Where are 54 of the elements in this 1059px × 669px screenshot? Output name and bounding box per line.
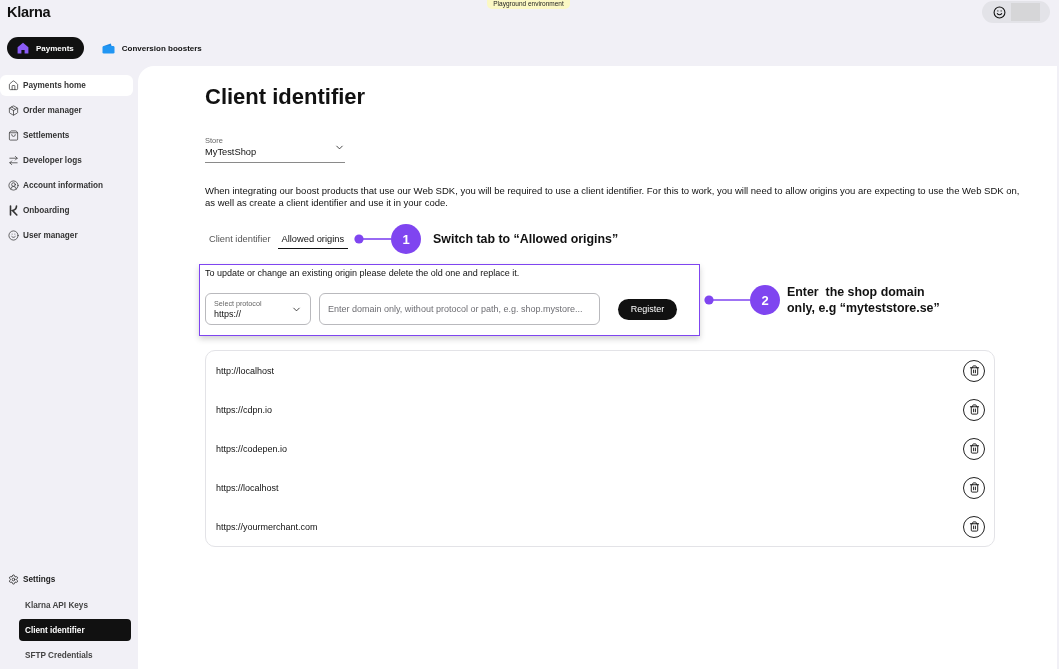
account-button[interactable] (982, 1, 1050, 23)
settings-item[interactable]: Settings (0, 569, 133, 590)
origin-url: https://cdpn.io (216, 404, 273, 415)
trash-icon (968, 443, 980, 454)
home-icon (8, 80, 19, 91)
delete-button[interactable] (963, 398, 985, 421)
product-tab[interactable]: Payments (7, 37, 84, 59)
step-number: 2 (750, 285, 780, 315)
delete-button[interactable] (963, 515, 985, 538)
sidebar-item[interactable]: Account information (0, 175, 133, 196)
sidebar-item[interactable]: Order manager (0, 100, 133, 121)
register-button[interactable]: Register (618, 298, 677, 320)
trash-icon (968, 404, 980, 415)
wallet-icon (101, 42, 115, 54)
origin-url: http://localhost (216, 365, 275, 376)
callout-text: Enter the shop domain only, e.g “myteststore.se” (787, 284, 941, 316)
callout-text: Switch tab to “Allowed origins” (433, 231, 619, 247)
sidebar-item[interactable]: Settlements (0, 125, 133, 146)
delete-button[interactable] (963, 476, 985, 499)
sidebar-item[interactable]: Payments home (0, 75, 133, 96)
settings-icon (8, 574, 19, 585)
origin-url: https://codepen.io (216, 443, 288, 454)
package-icon (8, 105, 19, 116)
sidebar-subitem[interactable]: Client identifier (19, 619, 131, 641)
origin-url: https://localhost (216, 482, 279, 493)
trash-icon (968, 521, 980, 532)
description-text: When integrating our boost products that use our Web SDK, you will be required to use a client identifier. For this to work, you will need to allow origins you are expecting to use the Web SDK on, as well as create a client identifier and use it in your code. (205, 185, 1021, 209)
step-number: 1 (391, 224, 422, 254)
sidebar-item[interactable]: User manager (0, 225, 133, 246)
k-letter-icon (8, 205, 19, 216)
domain-input[interactable]: Enter domain only, without protocol or path, e.g. shop.mystore... (319, 293, 600, 325)
origin-url: https://yourmerchant.com (216, 521, 318, 532)
page-title: Client identifier (205, 84, 366, 110)
sidebar-item[interactable]: Developer logs (0, 150, 133, 171)
trash-icon (968, 482, 980, 493)
smiley-icon (993, 5, 1006, 19)
delete-button[interactable] (963, 359, 985, 382)
tab[interactable]: Client identifier (205, 229, 275, 249)
user-circle-icon (8, 180, 19, 191)
callout-connector (354, 234, 392, 244)
product-tab[interactable]: Conversion boosters (91, 37, 212, 59)
brand-logo: Klarna (7, 3, 51, 21)
tab[interactable]: Allowed origins (277, 229, 349, 249)
house-icon (17, 42, 29, 54)
arrows-icon (8, 155, 19, 166)
form-note: To update or change an existing origin please delete the old one and replace it. (205, 267, 520, 279)
delete-button[interactable] (963, 437, 985, 460)
sidebar-item[interactable]: Onboarding (0, 200, 133, 221)
trash-icon (968, 365, 980, 376)
sidebar-subitem[interactable]: SFTP Credentials (19, 644, 131, 666)
callout-connector (704, 295, 750, 305)
smiley-icon (8, 230, 19, 241)
sidebar-subitem[interactable]: Klarna API Keys (19, 594, 131, 616)
bag-icon (8, 130, 19, 141)
